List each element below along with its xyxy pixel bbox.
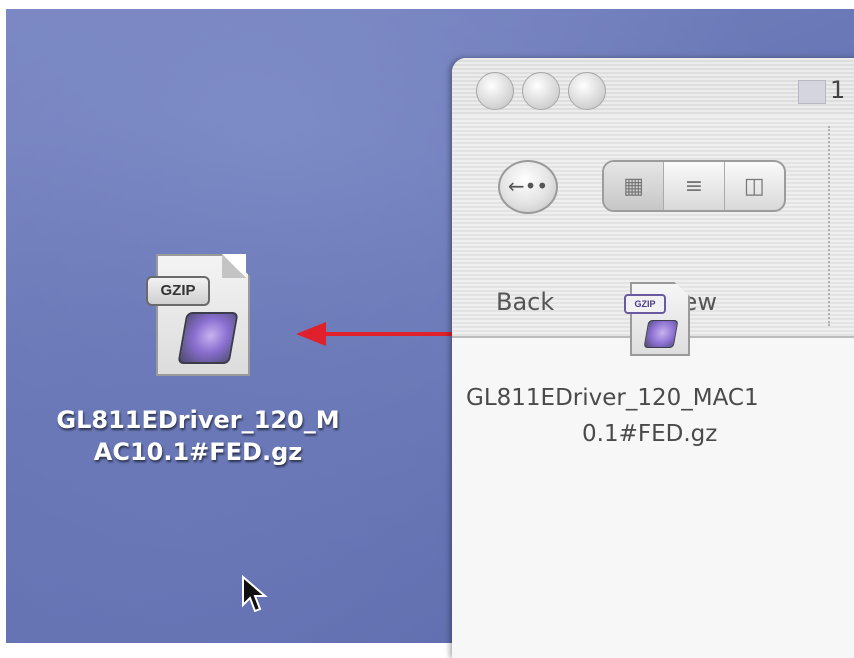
column-view-button[interactable]: ◫	[723, 162, 784, 210]
toolbar-separator	[828, 126, 830, 326]
window-file-label[interactable]: GL811EDriver_120_MAC1 0.1#FED.gz	[452, 380, 854, 452]
view-mode-control[interactable]: ▦ ≡ ◫	[602, 160, 786, 212]
minimize-button[interactable]	[522, 72, 560, 110]
folder-proxy-icon[interactable]	[798, 80, 826, 104]
page-fold-icon	[222, 254, 246, 278]
zoom-button[interactable]	[568, 72, 606, 110]
window-title: 1	[830, 76, 846, 104]
back-label: Back	[496, 288, 555, 316]
list-view-button[interactable]: ≡	[663, 162, 723, 210]
back-button[interactable]: ←••	[498, 160, 558, 214]
back-arrow-icon: ←••	[507, 174, 549, 198]
desktop-file-label-line2: AC10.1#FED.gz	[93, 438, 303, 466]
desktop-file-label-line1: GL811EDriver_120_M	[56, 406, 340, 434]
close-button[interactable]	[476, 72, 514, 110]
desktop-file-label[interactable]: GL811EDriver_120_M AC10.1#FED.gz	[6, 404, 394, 468]
archive-glyph-icon	[177, 312, 239, 364]
finder-window: 1 ←•• Back ▦ ≡ ◫ View GZIP GL811EDriver_…	[452, 58, 854, 658]
gzip-badge: GZIP	[146, 276, 210, 306]
window-file-label-line1: GL811EDriver_120_MAC1	[466, 385, 759, 411]
desktop-gzip-file-icon[interactable]: GZIP	[146, 254, 258, 376]
window-file-label-line2: 0.1#FED.gz	[582, 421, 718, 447]
list-view-icon: ≡	[684, 173, 704, 199]
icon-view-icon: ▦	[623, 173, 645, 199]
window-gzip-file-icon[interactable]: GZIP	[624, 282, 690, 356]
gzip-badge: GZIP	[624, 294, 666, 314]
archive-glyph-icon	[643, 320, 679, 348]
column-view-icon: ◫	[743, 173, 765, 199]
icon-view-button[interactable]: ▦	[604, 162, 664, 210]
drag-arrow-head-icon	[296, 322, 326, 346]
window-titlebar[interactable]: 1	[452, 58, 854, 116]
mouse-pointer-icon	[242, 575, 268, 613]
